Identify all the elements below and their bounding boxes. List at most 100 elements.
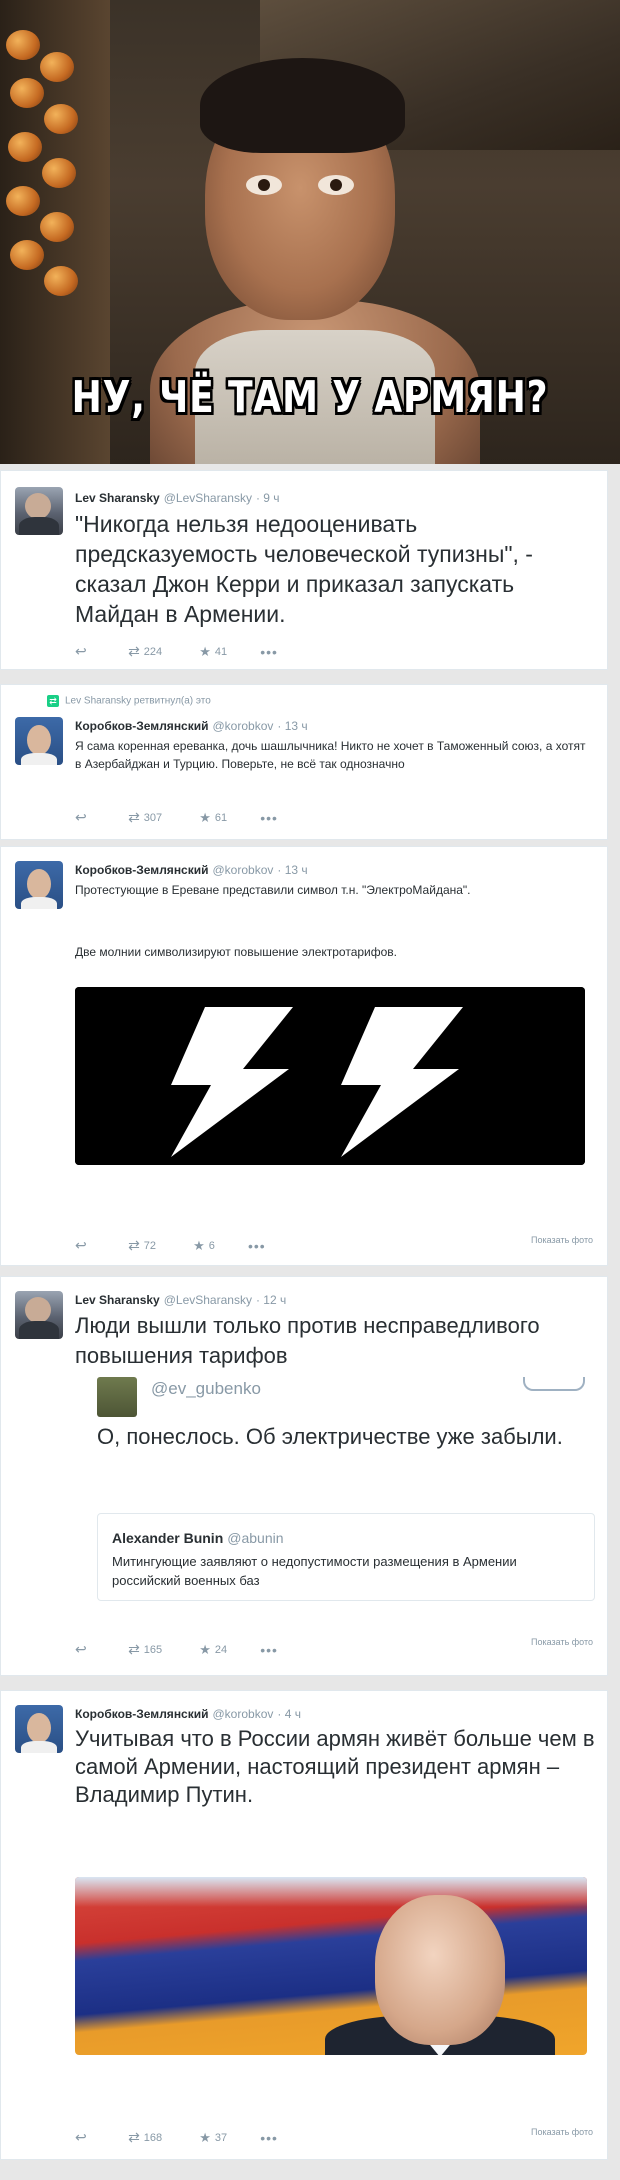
tweet-header: Lev Sharansky @LevSharansky · 12 ч <box>75 1293 286 1307</box>
star-icon[interactable]: ★ <box>193 1238 205 1254</box>
favorite-count: 24 <box>214 1643 228 1656</box>
tweet-header: Коробков-Землянский @korobkov · 4 ч <box>75 1707 301 1721</box>
tweet-actions: ↩ ⇄ 307 ★ 61 ••• <box>75 809 278 826</box>
author-handle[interactable]: @korobkov <box>213 863 274 877</box>
tweet-actions: ↩ ⇄ 224 ★ 41 ••• <box>75 643 278 660</box>
onion <box>40 52 74 82</box>
favorite-count: 41 <box>214 645 228 658</box>
avatar[interactable] <box>15 861 63 909</box>
author-handle[interactable]: @LevSharansky <box>164 1293 252 1307</box>
tweet-actions: ↩ ⇄ 72 ★ 6 ••• <box>75 1237 266 1254</box>
retweeted-by-text: Lev Sharansky ретвитнул(а) это <box>65 695 211 707</box>
avatar[interactable] <box>15 1705 63 1753</box>
star-icon[interactable]: ★ <box>199 810 211 826</box>
meme-image: НУ, ЧЁ ТАМ У АРМЯН? <box>0 0 620 464</box>
quoted-avatar[interactable] <box>97 1377 137 1417</box>
tweet-actions: ↩ ⇄ 168 ★ 37 ••• <box>75 2129 278 2146</box>
more-icon[interactable]: ••• <box>260 1642 278 1658</box>
photo-sky <box>75 1877 587 1907</box>
more-icon[interactable]: ••• <box>260 644 278 660</box>
quoted-text: О, понеслось. Об электричестве уже забыл… <box>97 1424 563 1449</box>
tweet-text: Люди вышли только против несправедливого… <box>75 1313 540 1368</box>
more-icon[interactable]: ••• <box>260 810 278 826</box>
quoted-inner-card[interactable]: Alexander Bunin @abunin Митингующие заявл… <box>97 1513 595 1601</box>
tweet-header: Коробков-Землянский @korobkov · 13 ч <box>75 863 308 877</box>
tweet-time[interactable]: · 4 ч <box>277 1707 301 1721</box>
quoted-handle[interactable]: @ev_gubenko <box>151 1379 261 1399</box>
retweet-count: 165 <box>143 1643 163 1656</box>
more-icon[interactable]: ••• <box>248 1238 266 1254</box>
author-name[interactable]: Коробков-Землянский <box>75 719 209 733</box>
avatar[interactable] <box>15 487 63 535</box>
tweet-header: Коробков-Землянский @korobkov · 13 ч <box>75 719 308 733</box>
quote-bracket <box>523 1377 585 1391</box>
onion <box>44 266 78 296</box>
retweet-icon[interactable]: ⇄ <box>128 1641 140 1658</box>
onion <box>44 104 78 134</box>
tweet-time[interactable]: · 12 ч <box>256 1293 286 1307</box>
tweet-text: "Никогда нельзя недооценивать предсказуе… <box>75 511 533 627</box>
author-name[interactable]: Коробков-Землянский <box>75 1707 209 1721</box>
inner-author-handle[interactable]: @abunin <box>227 1530 283 1546</box>
reply-icon[interactable]: ↩ <box>75 809 89 826</box>
avatar[interactable] <box>15 1291 63 1339</box>
favorite-count: 37 <box>214 2131 228 2144</box>
star-icon[interactable]: ★ <box>199 1642 211 1658</box>
reply-icon[interactable]: ↩ <box>75 2129 89 2146</box>
reply-icon[interactable]: ↩ <box>75 1641 89 1658</box>
tweet-header: Lev Sharansky @LevSharansky · 9 ч <box>75 491 280 505</box>
onion <box>6 186 40 216</box>
retweet-count: 224 <box>143 645 163 658</box>
tweet-time[interactable]: · 13 ч <box>277 719 307 733</box>
tweet[interactable]: Коробков-Землянский @korobkov · 4 ч Учитыв… <box>0 1690 608 2160</box>
meme-caption: НУ, ЧЁ ТАМ У АРМЯН? <box>71 372 549 423</box>
tweet-text: Я сама коренная ереванка, дочь шашлычник… <box>75 739 586 771</box>
show-photo-link[interactable]: Показать фото <box>531 2127 593 2137</box>
retweet-icon[interactable]: ⇄ <box>128 1237 140 1254</box>
tweet-time[interactable]: · 9 ч <box>256 491 280 505</box>
author-name[interactable]: Lev Sharansky <box>75 1293 160 1307</box>
eye-left <box>246 175 282 195</box>
photo-face <box>375 1895 505 2045</box>
inner-author: Alexander Bunin @abunin <box>112 1530 284 1546</box>
show-photo-link[interactable]: Показать фото <box>531 1235 593 1245</box>
retweet-icon[interactable]: ⇄ <box>128 2129 140 2146</box>
tweet[interactable]: Коробков-Землянский @korobkov · 13 ч Проте… <box>0 846 608 1266</box>
retweet-count: 168 <box>143 2131 163 2144</box>
reply-icon[interactable]: ↩ <box>75 643 89 660</box>
author-handle[interactable]: @korobkov <box>213 1707 274 1721</box>
author-handle[interactable]: @korobkov <box>213 719 274 733</box>
tweet-photo[interactable] <box>75 1877 587 2055</box>
tweet-text: Протестующие в Ереване представили симво… <box>75 883 471 897</box>
onion <box>42 158 76 188</box>
more-icon[interactable]: ••• <box>260 2130 278 2146</box>
favorite-count: 6 <box>208 1239 215 1252</box>
star-icon[interactable]: ★ <box>199 644 211 660</box>
tweet-text: Учитывая что в России армян живёт больше… <box>75 1726 595 1807</box>
onion <box>6 30 40 60</box>
tweet-time[interactable]: · 13 ч <box>277 863 307 877</box>
retweet-badge-icon: ⇄ <box>47 695 59 707</box>
avatar[interactable] <box>15 717 63 765</box>
onion <box>10 78 44 108</box>
tweet[interactable]: Lev Sharansky @LevSharansky · 9 ч "Никогда… <box>0 470 608 670</box>
tweet-text-2: Две молнии символизируют повышение элект… <box>75 945 398 959</box>
tweet[interactable]: ⇄ Lev Sharansky ретвитнул(а) это Коробков… <box>0 684 608 840</box>
reply-icon[interactable]: ↩ <box>75 1237 89 1254</box>
inner-author-name[interactable]: Alexander Bunin <box>112 1530 223 1546</box>
tweet-actions: ↩ ⇄ 165 ★ 24 ••• <box>75 1641 278 1658</box>
author-handle[interactable]: @LevSharansky <box>164 491 252 505</box>
onion <box>8 132 42 162</box>
show-photo-link[interactable]: Показать фото <box>531 1637 593 1647</box>
onion <box>10 240 44 270</box>
retweeted-by: ⇄ Lev Sharansky ретвитнул(а) это <box>47 695 211 707</box>
tweet-photo[interactable] <box>75 987 585 1165</box>
retweet-count: 72 <box>143 1239 157 1252</box>
retweet-icon[interactable]: ⇄ <box>128 643 140 660</box>
retweet-icon[interactable]: ⇄ <box>128 809 140 826</box>
tweet[interactable]: Lev Sharansky @LevSharansky · 12 ч Люди вы… <box>0 1276 608 1676</box>
retweet-count: 307 <box>143 811 163 824</box>
author-name[interactable]: Lev Sharansky <box>75 491 160 505</box>
author-name[interactable]: Коробков-Землянский <box>75 863 209 877</box>
star-icon[interactable]: ★ <box>199 2130 211 2146</box>
